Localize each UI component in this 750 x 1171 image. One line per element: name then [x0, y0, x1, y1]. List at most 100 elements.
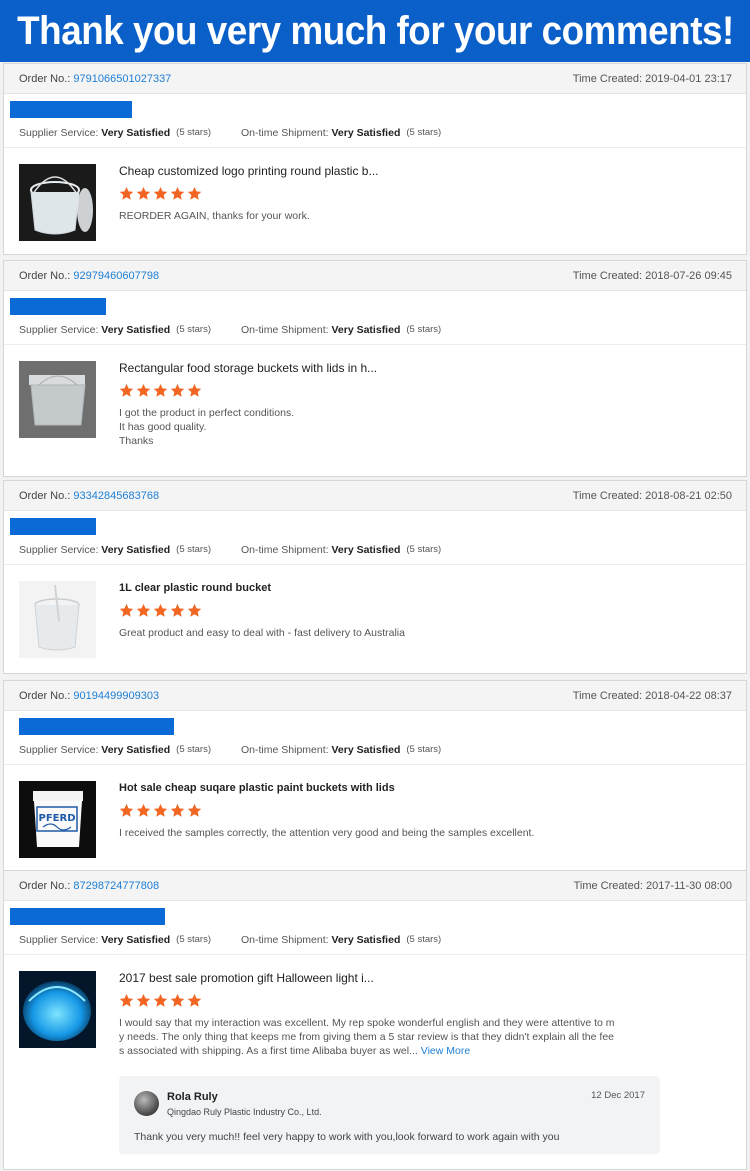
- review-body: 1L clear plastic round bucket Great prod…: [4, 565, 746, 658]
- star-rating: [119, 993, 746, 1008]
- shipment-value: Very Satisfied: [331, 323, 401, 336]
- review-body: Cheap customized logo printing round pla…: [4, 148, 746, 241]
- review-card: Order No.: 9791066501027337 Time Created…: [3, 63, 747, 255]
- time-created: Time Created: 2019-04-01 23:17: [572, 72, 732, 85]
- time-created-value: 2018-04-22 08:37: [645, 689, 732, 702]
- star-icon: [170, 993, 185, 1008]
- time-created: Time Created: 2018-07-26 09:45: [572, 269, 732, 282]
- round-plastic-bucket-icon[interactable]: [19, 164, 96, 241]
- thanks-banner: Thank you very much for your comments!: [0, 0, 750, 62]
- star-icon: [187, 383, 202, 398]
- review-header: Order No.: 9791066501027337 Time Created…: [4, 64, 746, 94]
- star-icon: [187, 803, 202, 818]
- order-number: Order No.: 9791066501027337: [19, 72, 172, 85]
- product-title[interactable]: Cheap customized logo printing round pla…: [119, 164, 746, 178]
- star-icon: [119, 603, 134, 618]
- star-rating: [119, 186, 746, 201]
- reply-author-name: Rola Ruly: [167, 1091, 218, 1103]
- view-more-link[interactable]: View More: [421, 1045, 470, 1057]
- review-card: Order No.: 93342845683768 Time Created: …: [3, 480, 747, 674]
- buyer-name-redacted: [10, 101, 132, 118]
- time-created-value: 2019-04-01 23:17: [645, 72, 732, 85]
- review-text: REORDER AGAIN, thanks for your work.: [119, 210, 310, 222]
- order-number-link[interactable]: 90194499909303: [73, 690, 159, 702]
- service-ratings: Supplier Service: Very Satisfied (5 stars…: [4, 735, 746, 765]
- buyer-name-redacted: [10, 908, 165, 925]
- star-icon: [153, 186, 168, 201]
- review-card: Order No.: 90194499909303 Time Created: …: [3, 680, 747, 872]
- reply-date: 12 Dec 2017: [591, 1090, 645, 1101]
- star-icon: [136, 993, 151, 1008]
- buyer-name-redacted: [10, 298, 106, 315]
- star-icon: [136, 186, 151, 201]
- review-text: Great product and easy to deal with - fa…: [119, 627, 405, 639]
- star-icon: [170, 603, 185, 618]
- star-icon: [136, 803, 151, 818]
- time-created-value: 2018-08-21 02:50: [645, 489, 732, 502]
- product-title[interactable]: 2017 best sale promotion gift Halloween …: [119, 971, 746, 985]
- review-text: I got the product in perfect conditions.…: [119, 407, 295, 447]
- review-text: I would say that my interaction was exce…: [119, 1017, 615, 1057]
- reply-company: Qingdao Ruly Plastic Industry Co., Ltd.: [167, 1107, 322, 1117]
- star-icon: [153, 603, 168, 618]
- star-icon: [136, 383, 151, 398]
- review-card: Order No.: 92979460607798 Time Created: …: [3, 260, 747, 477]
- star-icon: [187, 603, 202, 618]
- supplier-service-value: Very Satisfied: [101, 323, 171, 336]
- star-rating: [119, 383, 746, 398]
- time-created-value: 2017-11-30 08:00: [645, 879, 732, 892]
- order-number-link[interactable]: 93342845683768: [73, 490, 159, 502]
- star-icon: [136, 603, 151, 618]
- banner-title: Thank you very much for your comments!: [16, 8, 734, 53]
- shipment-value: Very Satisfied: [331, 543, 401, 556]
- glowing-light-bucket-icon[interactable]: [19, 971, 96, 1048]
- square-paint-bucket-icon[interactable]: PFERD: [19, 781, 96, 858]
- star-icon: [119, 186, 134, 201]
- product-title[interactable]: Hot sale cheap suqare plastic paint buck…: [119, 781, 746, 795]
- star-icon: [119, 803, 134, 818]
- star-icon: [170, 803, 185, 818]
- buyer-name-redacted: [19, 718, 174, 735]
- review-header: Order No.: 90194499909303 Time Created: …: [4, 681, 746, 711]
- avatar: [134, 1091, 159, 1116]
- order-number-link[interactable]: 87298724777808: [73, 880, 159, 892]
- order-number-link[interactable]: 9791066501027337: [73, 73, 171, 85]
- service-ratings: Supplier Service: Very Satisfied (5 stars…: [4, 925, 746, 955]
- buyer-name-redacted: [10, 518, 96, 535]
- product-title[interactable]: 1L clear plastic round bucket: [119, 581, 746, 595]
- time-created: Time Created: 2018-08-21 02:50: [572, 489, 732, 502]
- service-ratings: Supplier Service: Very Satisfied (5 stars…: [4, 535, 746, 565]
- star-icon: [187, 993, 202, 1008]
- shipment-value: Very Satisfied: [331, 126, 401, 139]
- rectangular-bucket-icon[interactable]: [19, 361, 96, 438]
- time-created: Time Created: 2017-11-30 08:00: [573, 879, 732, 892]
- product-title[interactable]: Rectangular food storage buckets with li…: [119, 361, 746, 375]
- supplier-service-value: Very Satisfied: [101, 933, 171, 946]
- supplier-service-value: Very Satisfied: [101, 743, 171, 756]
- order-number: Order No.: 93342845683768: [19, 489, 160, 502]
- service-ratings: Supplier Service: Very Satisfied (5 stars…: [4, 315, 746, 345]
- order-number: Order No.: 92979460607798: [19, 269, 160, 282]
- star-rating: [119, 603, 746, 618]
- shipment-value: Very Satisfied: [331, 743, 401, 756]
- star-icon: [187, 186, 202, 201]
- review-header: Order No.: 93342845683768 Time Created: …: [4, 481, 746, 511]
- star-icon: [153, 803, 168, 818]
- order-number: Order No.: 90194499909303: [19, 689, 160, 702]
- review-header: Order No.: 92979460607798 Time Created: …: [4, 261, 746, 291]
- order-number-link[interactable]: 92979460607798: [73, 270, 159, 282]
- svg-text:PFERD: PFERD: [39, 813, 76, 824]
- review-text: I received the samples correctly, the at…: [119, 827, 535, 839]
- supplier-service-value: Very Satisfied: [101, 126, 171, 139]
- star-icon: [170, 186, 185, 201]
- star-icon: [153, 383, 168, 398]
- star-icon: [119, 993, 134, 1008]
- star-icon: [119, 383, 134, 398]
- star-rating: [119, 803, 746, 818]
- star-icon: [153, 993, 168, 1008]
- order-number: Order No.: 87298724777808: [19, 879, 160, 892]
- time-created: Time Created: 2018-04-22 08:37: [572, 689, 732, 702]
- clear-bucket-icon[interactable]: [19, 581, 96, 658]
- review-card: Order No.: 87298724777808 Time Created: …: [3, 870, 747, 1170]
- review-body: PFERD Hot sale cheap suqare plastic pain…: [4, 765, 746, 858]
